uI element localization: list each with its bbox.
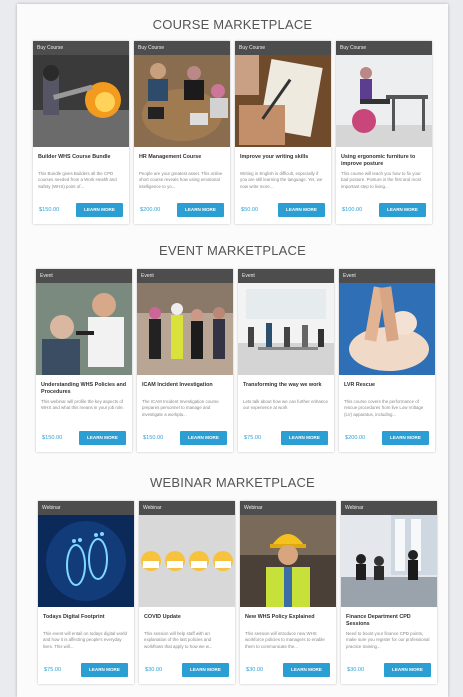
card-title: COVID Update — [144, 614, 181, 620]
card-tag: Buy Course — [33, 41, 129, 55]
learn-more-button[interactable]: LEARN MORE — [382, 431, 429, 445]
learn-more-button[interactable]: LEARN MORE — [177, 203, 224, 217]
learn-more-button[interactable]: LEARN MORE — [384, 663, 431, 677]
webinar-card-finance-cpd[interactable]: Webinar Finance Department CPD Sessions … — [341, 501, 437, 684]
card-price: $30.00 — [145, 667, 163, 673]
card-tag: Webinar — [139, 501, 235, 515]
section-title-event: EVENT MARKETPLACE — [159, 243, 306, 258]
learn-more-button[interactable]: LEARN MORE — [283, 663, 330, 677]
course-card-hr-management[interactable]: Buy Course HR Management Course People a… — [134, 41, 230, 224]
event-card-transforming-work[interactable]: Event Transforming the way we work Lets … — [238, 269, 334, 452]
card-image-workers — [137, 283, 233, 375]
card-description: This event will entail on todays digital… — [43, 631, 127, 649]
card-description: This webinar will profile the key aspect… — [41, 399, 124, 411]
event-card-whs-policies[interactable]: Event Understanding WHS Policies and Pro… — [36, 269, 132, 452]
card-price: $50.00 — [241, 207, 259, 213]
card-title: HR Management Course — [139, 154, 202, 160]
event-card-lvr-rescue[interactable]: Event LVR Rescue This course covers the … — [339, 269, 435, 452]
card-tag: Webinar — [240, 501, 336, 515]
card-price: $30.00 — [347, 667, 365, 673]
card-price: $75.00 — [244, 435, 262, 441]
card-price: $75.00 — [44, 667, 62, 673]
card-title: Understanding WHS Policies and Procedure… — [41, 382, 127, 395]
card-image-writing — [235, 55, 331, 147]
card-tag: Event — [137, 269, 233, 283]
card-description: This Bundle gives Builders all the CPD c… — [38, 171, 117, 189]
marketplace-page: COURSE MARKETPLACE Buy Course Builder WH… — [17, 4, 448, 697]
learn-more-button[interactable]: LEARN MORE — [379, 203, 426, 217]
webinar-card-whs-policy[interactable]: Webinar New WHS Policy Explained This se… — [240, 501, 336, 684]
card-description: This session will introduce new WHS work… — [245, 631, 325, 649]
webinar-card-covid-update[interactable]: Webinar COVID Update This session will h… — [139, 501, 235, 684]
card-description: Need to boost your finance CPD points, m… — [346, 631, 430, 649]
card-image-meeting — [134, 55, 230, 147]
card-title: New WHS Policy Explained — [245, 614, 315, 620]
card-image-hardhat-worker — [240, 515, 336, 607]
card-title: Using ergonomic furniture to improve pos… — [341, 154, 416, 167]
card-description: This course will teach you how to fix yo… — [341, 171, 422, 189]
card-price: $200.00 — [140, 207, 161, 213]
card-price: $150.00 — [39, 207, 60, 213]
card-price: $30.00 — [246, 667, 264, 673]
course-card-ergonomic[interactable]: Buy Course Using ergonomic furniture to … — [336, 41, 432, 224]
card-tag: Buy Course — [336, 41, 432, 55]
card-price: $200.00 — [345, 435, 366, 441]
card-description: This course covers the performance of re… — [344, 399, 424, 417]
card-image-welding — [33, 55, 129, 147]
card-title: Builder WHS Course Bundle — [38, 154, 111, 160]
card-title: Improve your writing skills — [240, 154, 309, 160]
card-description: People are your greatest asset. This onl… — [139, 171, 223, 189]
card-price: $100.00 — [342, 207, 363, 213]
card-price: $150.00 — [42, 435, 63, 441]
card-price: $150.00 — [143, 435, 164, 441]
card-tag: Event — [238, 269, 334, 283]
card-tag: Buy Course — [134, 41, 230, 55]
section-title-course: COURSE MARKETPLACE — [152, 17, 313, 32]
learn-more-button[interactable]: LEARN MORE — [281, 431, 328, 445]
section-title-webinar: WEBINAR MARKETPLACE — [150, 475, 315, 490]
learn-more-button[interactable]: LEARN MORE — [79, 431, 126, 445]
card-title: Finance Department CPD Sessions — [346, 614, 411, 627]
learn-more-button[interactable]: LEARN MORE — [76, 203, 123, 217]
card-tag: Webinar — [38, 501, 134, 515]
card-description: This session will help staff with an exp… — [144, 631, 213, 649]
card-title: LVR Rescue — [344, 382, 376, 388]
card-image-footprint — [38, 515, 134, 607]
card-description: Writing in English is difficult, especia… — [240, 171, 323, 189]
learn-more-button[interactable]: LEARN MORE — [180, 431, 227, 445]
card-image-ergonomic — [336, 55, 432, 147]
course-card-writing-skills[interactable]: Buy Course Improve your writing skills W… — [235, 41, 331, 224]
card-description: The ICAM Incident Investigation course p… — [142, 399, 219, 417]
card-image-boardroom — [341, 515, 437, 607]
card-image-cpr — [339, 283, 435, 375]
learn-more-button[interactable]: LEARN MORE — [182, 663, 229, 677]
card-image-office — [238, 283, 334, 375]
card-description: Lets talk about how we can further enhan… — [243, 399, 328, 411]
card-tag: Event — [36, 269, 132, 283]
learn-more-button[interactable]: LEARN MORE — [278, 203, 325, 217]
learn-more-button[interactable]: LEARN MORE — [81, 663, 128, 677]
card-tag: Webinar — [341, 501, 437, 515]
course-card-builder-whs[interactable]: Buy Course Builder WHS Course Bundle Thi… — [33, 41, 129, 224]
card-tag: Buy Course — [235, 41, 331, 55]
card-image-consultation — [36, 283, 132, 375]
card-tag: Event — [339, 269, 435, 283]
card-title: Todays Digital Footprint — [43, 614, 105, 620]
card-title: Transforming the way we work — [243, 382, 322, 388]
card-image-masked-emojis — [139, 515, 235, 607]
webinar-card-digital-footprint[interactable]: Webinar Todays Digital Footprint This ev… — [38, 501, 134, 684]
event-card-icam[interactable]: Event ICAM Incident Investigation The IC… — [137, 269, 233, 452]
card-title: ICAM Incident Investigation — [142, 382, 213, 388]
